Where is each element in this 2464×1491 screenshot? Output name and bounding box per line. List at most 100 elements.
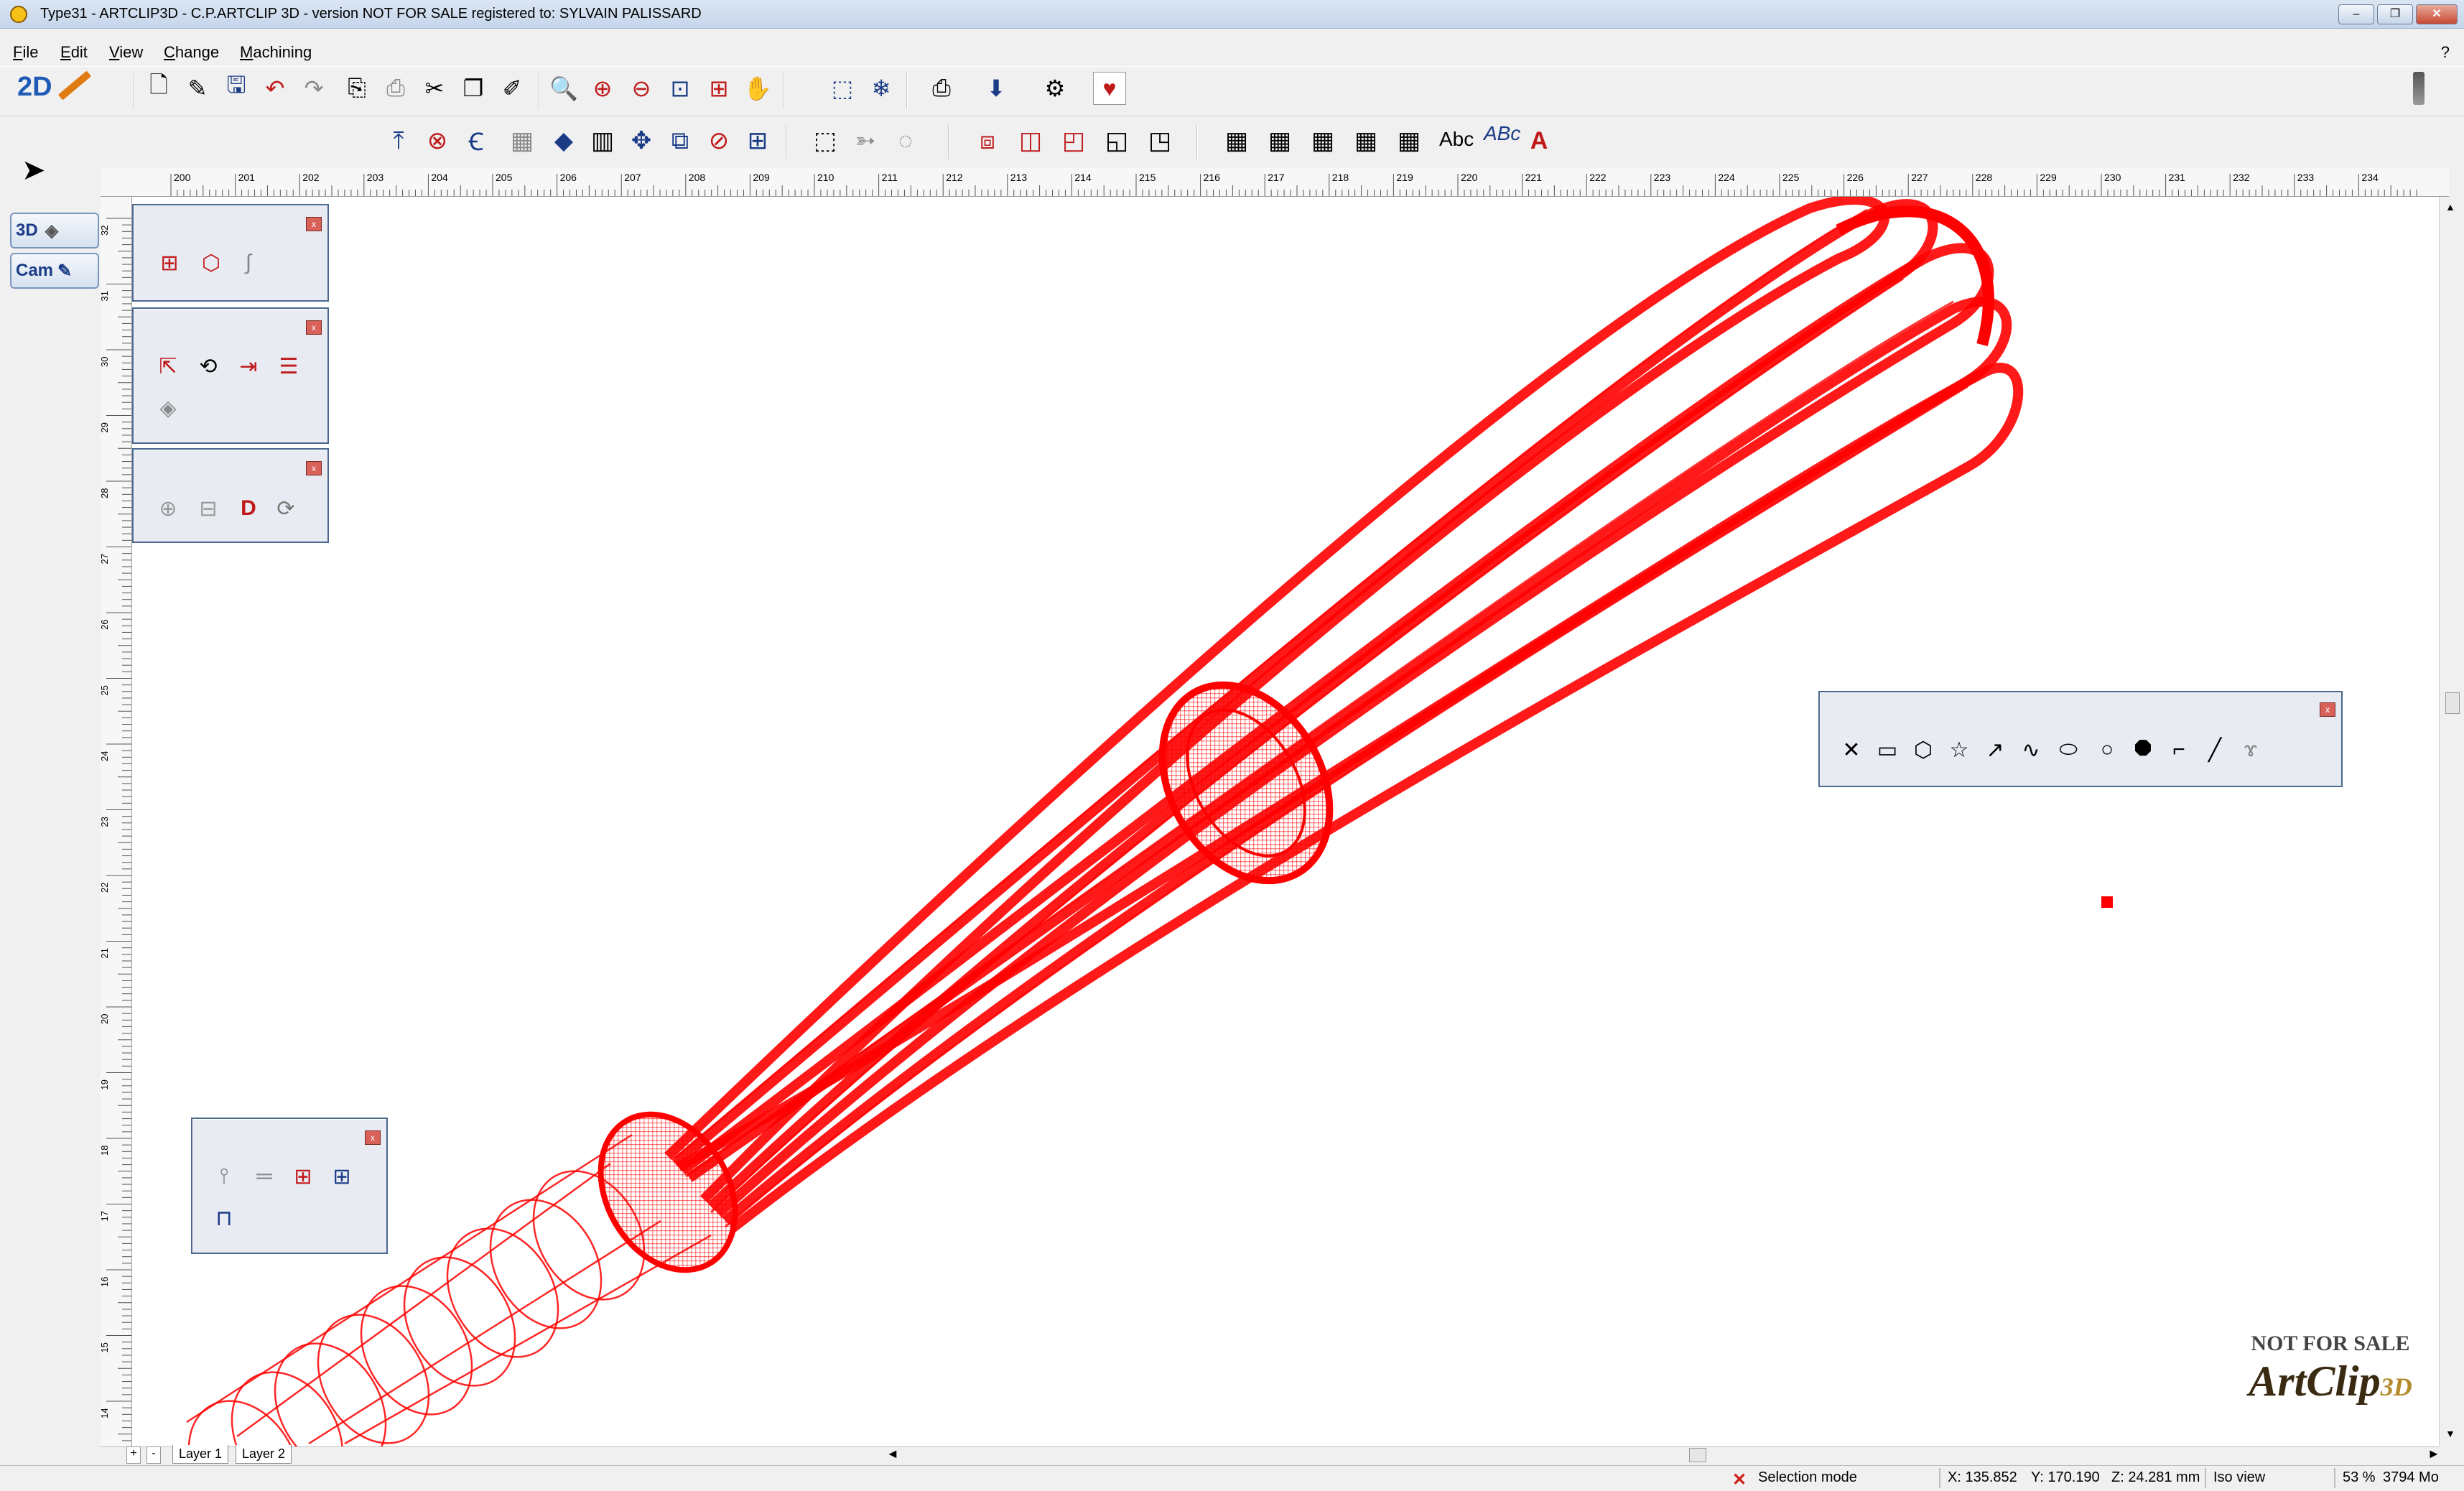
menu-machining[interactable]: Machining [240, 43, 312, 62]
table-1-icon[interactable]: ▦ [1217, 121, 1257, 161]
cut-machine-icon[interactable]: ⬇ [980, 72, 1013, 105]
menu-view[interactable]: View [109, 43, 143, 62]
horizontal-scroll-thumb[interactable] [1689, 1448, 1706, 1462]
arrow-icon[interactable]: ↗ [1978, 733, 2012, 767]
circle-icon[interactable]: ○ [2090, 733, 2124, 767]
panel-close-button[interactable]: x [2320, 702, 2335, 717]
tab-3d[interactable]: 3D ◈ [10, 213, 99, 249]
table-3-icon[interactable]: ▦ [1303, 121, 1343, 161]
ribbon-icon[interactable]: ɤ [2233, 733, 2268, 767]
layer-add-button[interactable]: + [126, 1446, 141, 1464]
stretch-icon[interactable]: ⇥ [231, 349, 266, 384]
zoom-icon[interactable]: 🔍 [547, 72, 580, 105]
scroll-down-icon[interactable]: ▼ [2445, 1428, 2455, 1439]
close-button[interactable]: ✕ [2416, 4, 2458, 24]
d-shape-icon[interactable]: D [231, 491, 266, 526]
zoom-out-icon[interactable]: ⊖ [625, 72, 658, 105]
refresh-icon[interactable]: ⟳ [269, 491, 303, 526]
heart-icon[interactable]: ♥ [1093, 72, 1126, 105]
rotate-shape-icon[interactable]: ⟲ [191, 349, 226, 384]
layer-remove-button[interactable]: - [147, 1446, 161, 1464]
minimize-button[interactable]: – [2338, 4, 2374, 24]
boolean-union-icon[interactable]: ⧈ [970, 121, 1005, 161]
ellipse-icon[interactable]: ⬭ [2051, 733, 2086, 767]
pointer-icon[interactable]: ➤ [22, 154, 46, 187]
scroll-left-icon[interactable]: ◄ [886, 1446, 899, 1462]
vertical-scroll-thumb[interactable] [2445, 692, 2460, 714]
selection-handle[interactable] [2101, 896, 2113, 908]
align-icon[interactable]: ▥ [585, 121, 620, 161]
octagon-icon[interactable]: ⯃ [2126, 733, 2160, 767]
boolean-subtract-icon[interactable]: ◰ [1056, 121, 1092, 161]
line-icon[interactable]: ╱ [2198, 733, 2232, 767]
zoom-window-icon[interactable]: ⊞ [702, 72, 735, 105]
rectangle-select-icon[interactable]: ⬚ [807, 121, 843, 161]
distribute-icon[interactable]: ⧉ [662, 121, 698, 161]
layer-tab-2[interactable]: Layer 2 [236, 1445, 292, 1464]
table-4-icon[interactable]: ▦ [1346, 121, 1386, 161]
zoom-in-icon[interactable]: ⊕ [586, 72, 619, 105]
hexagon-icon[interactable]: ⬡ [1906, 733, 1940, 767]
split-icon[interactable]: ☰ [271, 349, 306, 384]
move-icon[interactable]: ✥ [623, 121, 659, 161]
text-tool[interactable]: Abc [1439, 128, 1474, 151]
tool-bit-icon[interactable]: ⫯ [207, 1159, 241, 1194]
app-icon[interactable] [10, 6, 27, 23]
star-icon[interactable]: ☆ [1942, 733, 1976, 767]
node-circle-icon[interactable]: ⬡ [194, 246, 228, 280]
text-path-icon[interactable]: Ꞓ [458, 121, 494, 161]
menu-help[interactable]: ? [2441, 43, 2450, 62]
font-icon[interactable]: A [1521, 121, 1557, 161]
curve-icon[interactable]: ∫ [231, 246, 266, 280]
weld-icon[interactable]: ⊗ [419, 121, 455, 161]
import-icon[interactable]: ⎘ [340, 72, 373, 105]
table-5-icon[interactable]: ▦ [1389, 121, 1429, 161]
vertical-frame-icon[interactable]: ⊞ [325, 1159, 359, 1194]
drawing-canvas[interactable] [132, 197, 2439, 1446]
bezier-icon[interactable]: ⌐ [2162, 733, 2196, 767]
shapes-icon[interactable]: ◆ [546, 121, 582, 161]
remove-node-icon[interactable]: ⊟ [191, 491, 226, 526]
diamond-icon[interactable]: ◈ [151, 391, 185, 425]
zoom-fit-icon[interactable]: ⊡ [664, 72, 697, 105]
bracket-icon[interactable]: ⊓ [207, 1201, 241, 1235]
redo-icon[interactable]: ↷ [297, 72, 330, 105]
close-shape-icon[interactable]: ✕ [1834, 733, 1869, 767]
paste-icon[interactable]: ✐ [496, 72, 529, 105]
save-icon[interactable]: 🖫 [220, 72, 253, 105]
panel-close-button[interactable]: x [306, 217, 322, 231]
freeze-icon[interactable]: ❄ [865, 72, 898, 105]
freehand-icon[interactable]: ◌ [888, 121, 924, 161]
select-tool-icon[interactable]: ⬚ [826, 72, 859, 105]
mirror-icon[interactable]: ⇱ [151, 349, 185, 384]
boolean-exclude-icon[interactable]: ◱ [1099, 121, 1135, 161]
info-icon[interactable] [2413, 72, 2425, 105]
new-document-icon[interactable]: 🗋 [142, 72, 175, 105]
lasso-icon[interactable]: ➳ [847, 121, 883, 161]
rounded-rect-icon[interactable]: ▭ [1870, 733, 1905, 767]
wave-icon[interactable]: ∿ [2014, 733, 2048, 767]
menu-edit[interactable]: Edit [60, 43, 88, 62]
restore-button[interactable]: ❐ [2377, 4, 2413, 24]
copy-icon[interactable]: ❐ [457, 72, 490, 105]
table-2-icon[interactable]: ▦ [1260, 121, 1300, 161]
boolean-intersect-icon[interactable]: ◫ [1013, 121, 1049, 161]
rotate-icon[interactable]: ⊘ [701, 121, 737, 161]
panel-close-button[interactable]: x [306, 461, 322, 475]
add-node-icon[interactable]: ⊕ [151, 491, 185, 526]
print-icon[interactable]: ⎙ [925, 72, 958, 105]
panel-close-button[interactable]: x [365, 1130, 381, 1145]
mode-2d-badge[interactable]: 2D [13, 69, 92, 113]
menu-file[interactable]: File [13, 43, 38, 62]
panel-close-button[interactable]: x [306, 320, 322, 335]
export-icon[interactable]: ⎙ [379, 72, 412, 105]
menu-change[interactable]: Change [164, 43, 219, 62]
grid-array-icon[interactable]: ⊞ [740, 121, 776, 161]
settings-icon[interactable]: ⚙ [1038, 72, 1071, 105]
pan-hand-icon[interactable]: ✋ [741, 72, 774, 105]
tab-cam[interactable]: Cam ✎ [10, 253, 99, 289]
horizontal-scrollbar[interactable] [101, 1446, 2439, 1465]
node-edit-icon[interactable]: ⤒ [381, 121, 417, 161]
cut-icon[interactable]: ✂ [418, 72, 451, 105]
undo-icon[interactable]: ↶ [259, 72, 292, 105]
